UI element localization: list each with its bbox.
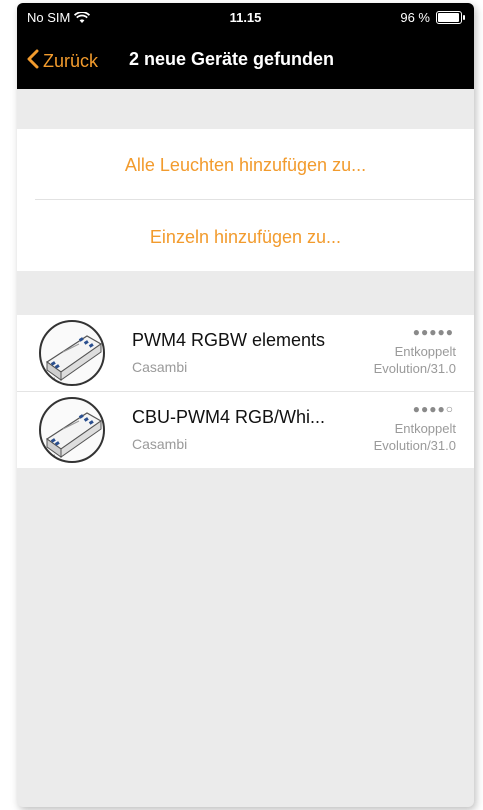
- navigation-bar: Zurück 2 neue Geräte gefunden: [17, 33, 474, 89]
- device-vendor: Casambi: [132, 359, 188, 375]
- battery-fill: [438, 13, 460, 22]
- device-name: CBU-PWM4 RGB/Whi...: [132, 407, 326, 427]
- battery-group: 96 %: [400, 10, 465, 25]
- back-label: Zurück: [43, 50, 99, 71]
- device-image: [39, 320, 105, 386]
- add-individually-button[interactable]: Einzeln hinzufügen zu...: [17, 227, 474, 248]
- device-firmware: Evolution/31.0: [373, 361, 456, 376]
- device-firmware: Evolution/31.0: [373, 438, 456, 453]
- page-title: 2 neue Geräte gefunden: [129, 49, 335, 69]
- add-all-lights-button[interactable]: Alle Leuchten hinzufügen zu...: [17, 155, 474, 176]
- phone-screen: No SIM 11.15 96 % Zurück 2 neue Geräte g…: [17, 3, 474, 807]
- back-button[interactable]: Zurück: [27, 49, 98, 73]
- signal-strength-icon: ●●●●●: [412, 325, 454, 339]
- signal-strength-icon: ●●●●○: [412, 402, 454, 416]
- device-row[interactable]: PWM4 RGBW elements Casambi ●●●●● Entkopp…: [17, 315, 474, 392]
- device-status: Entkoppelt: [394, 344, 456, 359]
- device-row[interactable]: CBU-PWM4 RGB/Whi... Casambi ●●●●○ Entkop…: [17, 392, 474, 468]
- divider: [35, 199, 474, 200]
- add-actions-group: Alle Leuchten hinzufügen zu... Einzeln h…: [17, 129, 474, 271]
- device-image: [39, 397, 105, 463]
- battery-percent: 96 %: [400, 10, 430, 25]
- device-vendor: Casambi: [132, 436, 188, 452]
- status-bar: No SIM 11.15 96 %: [17, 3, 474, 33]
- device-name: PWM4 RGBW elements: [132, 330, 326, 350]
- device-status: Entkoppelt: [394, 421, 456, 436]
- chevron-left-icon: [27, 49, 39, 73]
- battery-icon: [436, 11, 465, 24]
- device-list: PWM4 RGBW elements Casambi ●●●●● Entkopp…: [17, 315, 474, 468]
